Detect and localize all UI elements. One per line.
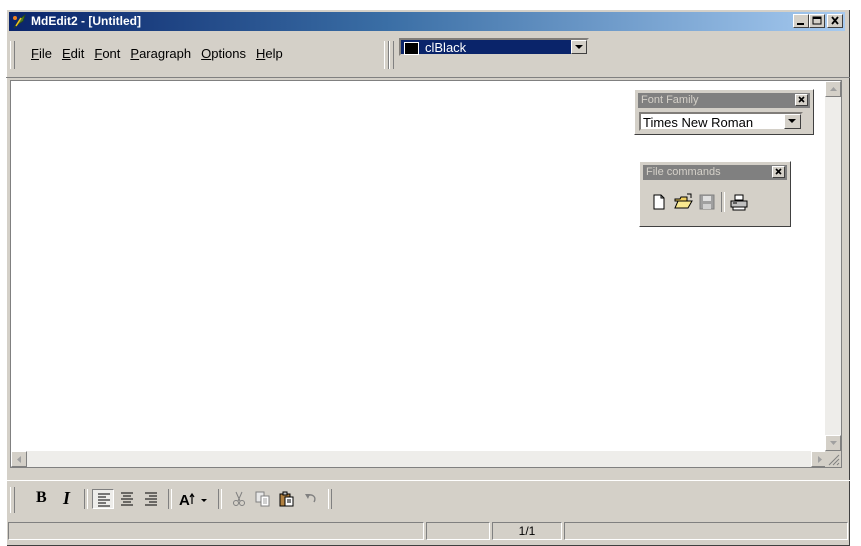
arrow-down-icon — [830, 441, 837, 445]
chevron-down-icon — [575, 45, 583, 49]
maximize-button[interactable] — [809, 14, 825, 28]
color-combo-dropdown-button[interactable] — [571, 40, 587, 54]
font-family-dropdown-button[interactable] — [784, 114, 801, 129]
menu-file[interactable]: File — [26, 46, 57, 61]
menu-help[interactable]: Help — [251, 46, 288, 61]
align-center-icon — [121, 492, 133, 506]
font-size-icon: A — [179, 492, 207, 507]
save-disk-icon — [699, 194, 715, 210]
save-button[interactable] — [696, 192, 718, 212]
close-icon — [775, 168, 782, 175]
print-button[interactable] — [728, 192, 750, 212]
undo-button[interactable] — [300, 489, 322, 509]
bold-label: B — [36, 489, 47, 506]
app-feather-icon[interactable] — [11, 13, 28, 30]
align-right-button[interactable] — [140, 489, 162, 509]
font-size-button[interactable]: A — [176, 489, 212, 509]
svg-text:A: A — [179, 492, 190, 507]
copy-icon — [255, 491, 270, 507]
toolbar-separator — [84, 489, 88, 509]
close-icon — [798, 96, 805, 103]
cut-button[interactable] — [228, 489, 250, 509]
font-family-combo[interactable]: Times New Roman — [639, 112, 803, 131]
font-family-palette: Font Family Times New Roman — [634, 89, 814, 135]
status-panel-2 — [426, 522, 490, 540]
cut-icon — [233, 491, 245, 506]
font-family-value: Times New Roman — [643, 115, 754, 130]
color-combo-value: clBlack — [425, 40, 467, 55]
arrow-left-icon — [17, 456, 21, 463]
vertical-scrollbar[interactable] — [825, 81, 841, 451]
chevron-down-icon — [788, 119, 796, 123]
align-center-button[interactable] — [116, 489, 138, 509]
window-title: MdEdit2 - [Untitled] — [31, 14, 141, 28]
top-toolbar-area: File Edit Font Paragraph Options Help cl… — [6, 35, 850, 78]
menu-paragraph[interactable]: Paragraph — [125, 46, 196, 61]
color-toolbar-grip-2 — [389, 41, 394, 69]
menu-grip[interactable] — [10, 41, 15, 69]
file-commands-palette-close-button[interactable] — [772, 166, 785, 178]
format-toolbar: B I A — [6, 480, 850, 517]
new-document-button[interactable] — [648, 192, 670, 212]
open-folder-icon — [674, 193, 693, 209]
scroll-down-button[interactable] — [825, 435, 841, 451]
page-indicator: 1/1 — [518, 524, 536, 538]
scroll-left-button[interactable] — [11, 451, 27, 467]
horizontal-scrollbar[interactable] — [11, 451, 827, 467]
status-panel-page: 1/1 — [492, 522, 562, 540]
undo-icon — [305, 494, 316, 503]
document-editor[interactable] — [10, 80, 842, 468]
italic-button[interactable]: I — [56, 488, 78, 509]
toolbar-end — [328, 489, 332, 509]
open-folder-button[interactable] — [672, 192, 694, 212]
align-left-icon — [98, 493, 110, 507]
italic-label: I — [63, 488, 71, 508]
color-swatch — [404, 42, 419, 55]
minimize-icon — [797, 23, 804, 25]
font-family-palette-close-button[interactable] — [795, 94, 808, 106]
maximize-icon — [812, 16, 822, 25]
bold-button[interactable]: B — [30, 489, 52, 509]
status-panel-4 — [564, 522, 848, 540]
minimize-button[interactable] — [793, 14, 809, 28]
font-family-palette-title: Font Family — [641, 94, 699, 106]
scroll-up-button[interactable] — [825, 81, 841, 97]
new-document-icon — [653, 194, 665, 210]
file-commands-palette-title: File commands — [646, 166, 721, 178]
close-icon — [831, 16, 839, 25]
color-combo[interactable]: clBlack — [399, 38, 589, 56]
menu-options[interactable]: Options — [196, 46, 251, 61]
copy-button[interactable] — [252, 489, 274, 509]
size-grip[interactable] — [825, 451, 841, 467]
toolbar-separator — [218, 489, 222, 509]
print-icon — [730, 194, 748, 211]
paste-button[interactable] — [276, 489, 298, 509]
menu-bar: File Edit Font Paragraph Options Help — [26, 46, 288, 61]
paste-icon — [279, 491, 294, 507]
arrow-right-icon — [818, 456, 822, 463]
arrow-up-icon — [830, 87, 837, 91]
file-commands-palette: File commands — [639, 161, 791, 227]
close-button[interactable] — [827, 14, 843, 28]
menu-font[interactable]: Font — [89, 46, 125, 61]
resize-grip-icon — [828, 454, 840, 466]
align-right-icon — [145, 492, 157, 506]
status-bar: 1/1 — [6, 520, 850, 542]
toolbar-separator — [721, 192, 725, 212]
menu-edit[interactable]: Edit — [57, 46, 89, 61]
toolbar-separator — [168, 489, 172, 509]
main-window: MdEdit2 - [Untitled] File Edit Font Para… — [6, 9, 850, 546]
font-family-palette-titlebar[interactable]: Font Family — [638, 93, 810, 108]
title-bar[interactable]: MdEdit2 - [Untitled] — [9, 12, 845, 31]
status-panel-main — [8, 522, 424, 540]
file-commands-palette-titlebar[interactable]: File commands — [643, 165, 787, 180]
format-toolbar-grip[interactable] — [10, 487, 15, 513]
align-left-button[interactable] — [92, 489, 114, 509]
